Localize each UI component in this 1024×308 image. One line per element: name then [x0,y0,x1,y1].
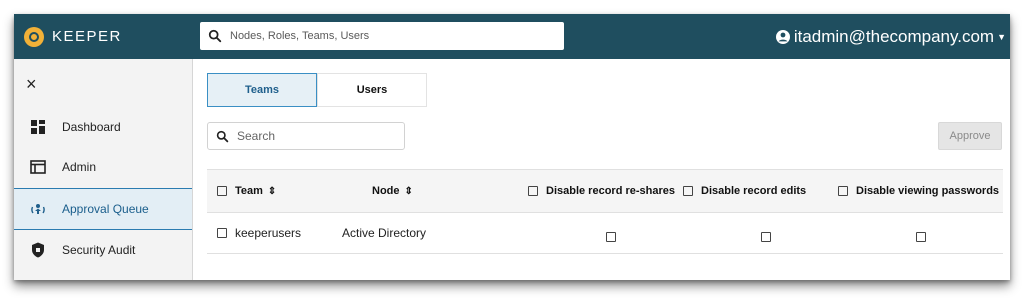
user-email: itadmin@thecompany.com [793,26,995,46]
top-bar: KEEPER itadmin@thecompany.com ▼ [14,14,1010,59]
edits-cell [761,217,779,257]
search-input[interactable] [235,128,399,144]
team-cell: keeperusers [217,213,301,253]
sidebar-item-label: Dashboard [62,120,121,134]
brand-name: KEEPER [52,28,122,45]
column-label: Disable viewing passwords [856,185,1000,197]
column-label: Team [235,185,263,197]
column-checkbox[interactable] [528,186,538,196]
chevron-down-icon: ▼ [997,31,1006,42]
table-search[interactable] [207,122,405,150]
sidebar-item-security-audit[interactable]: Security Audit [14,230,192,270]
row-checkbox[interactable] [217,228,227,238]
approval-queue-icon [30,201,46,217]
sidebar-item-approval-queue[interactable]: Approval Queue [14,188,192,230]
select-all-checkbox[interactable] [217,186,227,196]
viewing-cell [916,217,934,257]
account-icon [775,29,790,44]
reshares-cell [606,217,624,257]
global-search[interactable] [200,22,564,50]
column-label: Disable record edits [701,185,807,197]
sidebar-item-label: Approval Queue [62,202,149,216]
sidebar-item-label: Security Audit [62,243,136,257]
sidebar-item-admin[interactable]: Admin [14,147,192,187]
global-search-input[interactable] [228,29,552,43]
column-disable-viewing-passwords[interactable]: Disable viewing passwords [838,170,1003,212]
column-checkbox[interactable] [683,186,693,196]
search-icon [216,130,229,142]
tab-users[interactable]: Users [317,73,427,107]
disable-edits-checkbox[interactable] [761,232,771,242]
user-menu[interactable]: itadmin@thecompany.com ▼ [775,14,1010,59]
column-team[interactable]: Team ⇕ [217,170,276,212]
column-disable-edits[interactable]: Disable record edits [683,170,806,212]
column-label: Disable record re-shares [546,185,676,197]
node-cell: Active Directory [342,213,426,253]
shield-icon [30,242,46,258]
close-sidebar-button[interactable]: × [26,75,37,93]
sort-icon[interactable]: ⇕ [268,186,276,197]
table-row[interactable]: keeperusers Active Directory [207,213,1003,254]
approve-button[interactable]: Approve [938,122,1002,150]
sidebar-item-label: Admin [62,160,97,174]
view-tabs: Teams Users [207,73,427,107]
keeper-logo-icon [24,26,44,47]
node-name: Active Directory [342,226,427,240]
column-label: Node [372,185,400,197]
teams-table: Team ⇕ Node ⇕ Disable record re-shares D… [207,169,1003,254]
search-icon [208,29,222,43]
disable-viewing-checkbox[interactable] [916,232,926,242]
app-window: KEEPER itadmin@thecompany.com ▼ × [14,14,1010,280]
main-content: Teams Users Approve Team ⇕ Node ⇕ [193,59,1010,280]
column-checkbox[interactable] [838,186,848,196]
sidebar: × Dashboard Admin Approval Queue Securit… [14,59,193,280]
admin-window-icon [30,159,46,175]
sidebar-item-dashboard[interactable]: Dashboard [14,107,192,147]
brand[interactable]: KEEPER [14,14,192,59]
sort-icon[interactable]: ⇕ [405,186,413,197]
table-header: Team ⇕ Node ⇕ Disable record re-shares D… [207,169,1003,213]
team-name: keeperusers [235,226,302,240]
column-disable-reshares[interactable]: Disable record re-shares [528,170,675,212]
dashboard-icon [30,119,46,135]
tab-teams[interactable]: Teams [207,73,317,107]
column-node[interactable]: Node ⇕ [372,170,413,212]
disable-reshares-checkbox[interactable] [606,232,616,242]
